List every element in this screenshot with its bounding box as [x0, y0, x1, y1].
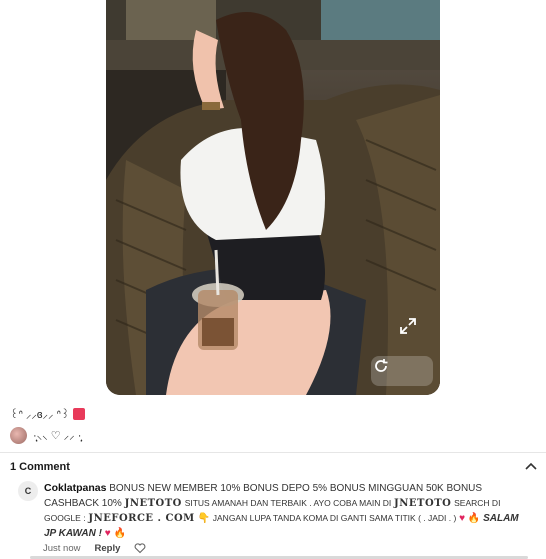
rotate-icon [375, 359, 388, 372]
domain-text: JNEFORCE . COM [88, 513, 195, 524]
heart-emoji-icon [73, 408, 86, 420]
post-photo[interactable] [106, 0, 440, 395]
expand-icon [400, 318, 416, 334]
comment-item: C Coklatpanas BONUS NEW MEMBER 10% BONUS… [18, 481, 528, 541]
comments-header[interactable]: 1 Comment [10, 460, 538, 474]
comments-title: 1 Comment [10, 461, 70, 473]
comment-author[interactable]: Coklatpanas [44, 482, 106, 494]
fire-icon: 🔥 [113, 528, 126, 539]
brand-text: JNETOTO [394, 498, 452, 509]
comment-text: Coklatpanas BONUS NEW MEMBER 10% BONUS D… [44, 482, 519, 539]
expand-button[interactable] [398, 316, 432, 350]
heart-icon: ♥ [459, 513, 466, 524]
brand-text: JNETOTO [124, 498, 182, 509]
reply-button[interactable]: Reply [95, 543, 121, 554]
author-caption: ·̩͙⸜⸜ ♡ ⸝⸝ ·̩͙ [33, 430, 82, 442]
post-caption: ꒰ᐢ ⸝⸝ɞ⸝⸝ ᐢ꒱ [10, 406, 86, 422]
point-down-icon: 👇 [197, 513, 210, 524]
heart-icon: ♥ [104, 528, 111, 539]
divider [0, 452, 546, 453]
comment-time: Just now [43, 542, 81, 554]
comment-meta: Just now Reply [43, 542, 146, 554]
chevron-up-icon[interactable] [524, 460, 538, 474]
post-author-row[interactable]: ·̩͙⸜⸜ ♡ ⸝⸝ ·̩͙ [10, 427, 81, 444]
caption-text: ꒰ᐢ ⸝⸝ɞ⸝⸝ ᐢ꒱ [10, 409, 70, 421]
heart-outline-icon[interactable] [134, 542, 146, 554]
comment-avatar[interactable]: C [18, 481, 38, 501]
rotate-button[interactable] [371, 356, 433, 386]
fire-icon: 🔥 [467, 513, 481, 524]
avatar[interactable] [10, 427, 27, 444]
photo-scene [106, 0, 440, 395]
